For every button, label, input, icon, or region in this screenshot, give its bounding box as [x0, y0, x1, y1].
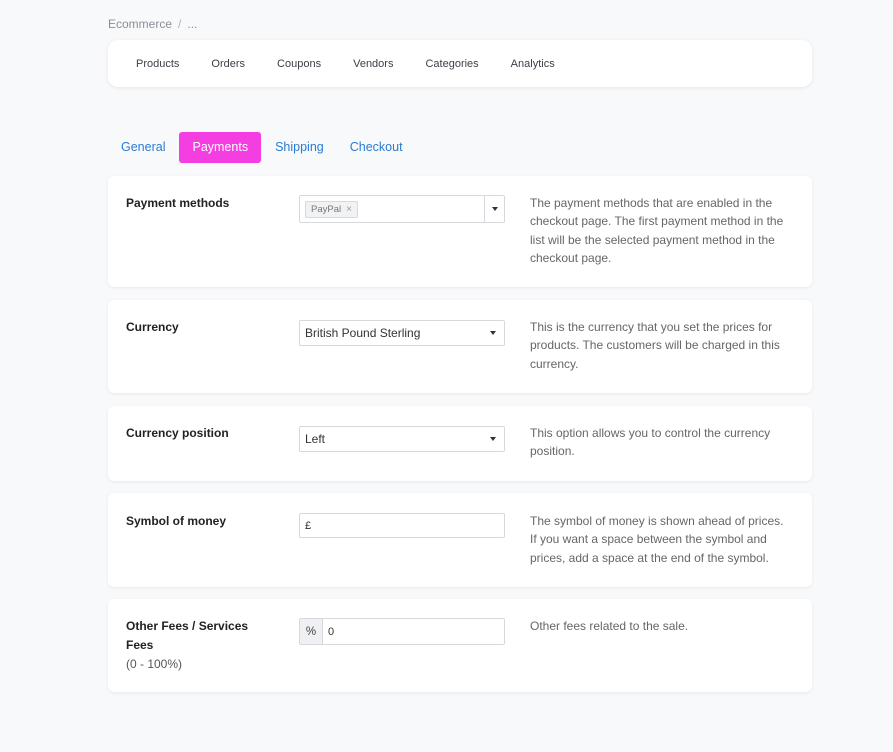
settings-tabs: General Payments Shipping Checkout [108, 132, 416, 163]
symbol-of-money-value: £ [305, 519, 312, 532]
tab-general[interactable]: General [108, 132, 178, 163]
currency-position-select[interactable]: Left [299, 426, 505, 452]
tab-payments[interactable]: Payments [179, 132, 262, 163]
nav-coupons[interactable]: Coupons [277, 58, 321, 70]
breadcrumb-root[interactable]: Ecommerce [108, 17, 172, 31]
currency-card: Currency British Pound Sterling This is … [108, 300, 812, 393]
top-navigation: Products Orders Coupons Vendors Categori… [108, 40, 812, 87]
currency-position-description: This option allows you to control the cu… [530, 426, 771, 459]
breadcrumb-separator: / [178, 17, 182, 31]
nav-orders[interactable]: Orders [211, 58, 245, 70]
nav-categories[interactable]: Categories [425, 58, 478, 70]
nav-products[interactable]: Products [136, 58, 179, 70]
chevron-down-icon [491, 207, 498, 211]
currency-position-card: Currency position Left This option allow… [108, 406, 812, 481]
currency-description: This is the currency that you set the pr… [530, 320, 780, 371]
payment-method-tag-label: PayPal [311, 203, 342, 215]
payment-methods-card: Payment methods PayPal × The payment met… [108, 176, 812, 287]
nav-vendors[interactable]: Vendors [353, 58, 393, 70]
other-fees-label: Other Fees / Services Fees (0 - 100%) [126, 617, 276, 674]
breadcrumb-current: ... [187, 17, 198, 31]
currency-select-value: British Pound Sterling [305, 326, 421, 340]
chevron-down-icon [490, 437, 496, 441]
currency-position-label: Currency position [126, 426, 229, 440]
other-fees-input[interactable]: % 0 [299, 618, 505, 645]
symbol-of-money-card: Symbol of money £ The symbol of money is… [108, 493, 812, 587]
other-fees-description: Other fees related to the sale. [530, 619, 689, 633]
chevron-down-icon [490, 331, 496, 335]
other-fees-label-text: Other Fees / Services Fees [126, 619, 249, 652]
nav-analytics[interactable]: Analytics [511, 58, 555, 70]
symbol-of-money-label: Symbol of money [126, 514, 227, 528]
payment-methods-label: Payment methods [126, 196, 230, 210]
currency-select[interactable]: British Pound Sterling [299, 320, 505, 346]
payment-methods-description: The payment methods that are enabled in … [530, 196, 784, 265]
payment-methods-dropdown-toggle[interactable] [484, 196, 504, 222]
symbol-of-money-input[interactable]: £ [299, 513, 505, 538]
payment-method-tag: PayPal × [305, 200, 358, 218]
currency-label: Currency [126, 320, 179, 334]
tab-shipping[interactable]: Shipping [262, 132, 337, 163]
payment-methods-select[interactable]: PayPal × [299, 195, 505, 223]
percent-addon: % [300, 619, 323, 644]
other-fees-range: (0 - 100%) [126, 657, 183, 671]
currency-position-select-value: Left [305, 432, 326, 446]
other-fees-card: Other Fees / Services Fees (0 - 100%) % … [108, 599, 812, 692]
tab-checkout[interactable]: Checkout [337, 132, 416, 163]
other-fees-value: 0 [328, 625, 335, 638]
remove-tag-icon[interactable]: × [346, 204, 352, 215]
symbol-of-money-description: The symbol of money is shown ahead of pr… [530, 514, 784, 565]
breadcrumb: Ecommerce / ... [108, 17, 197, 31]
